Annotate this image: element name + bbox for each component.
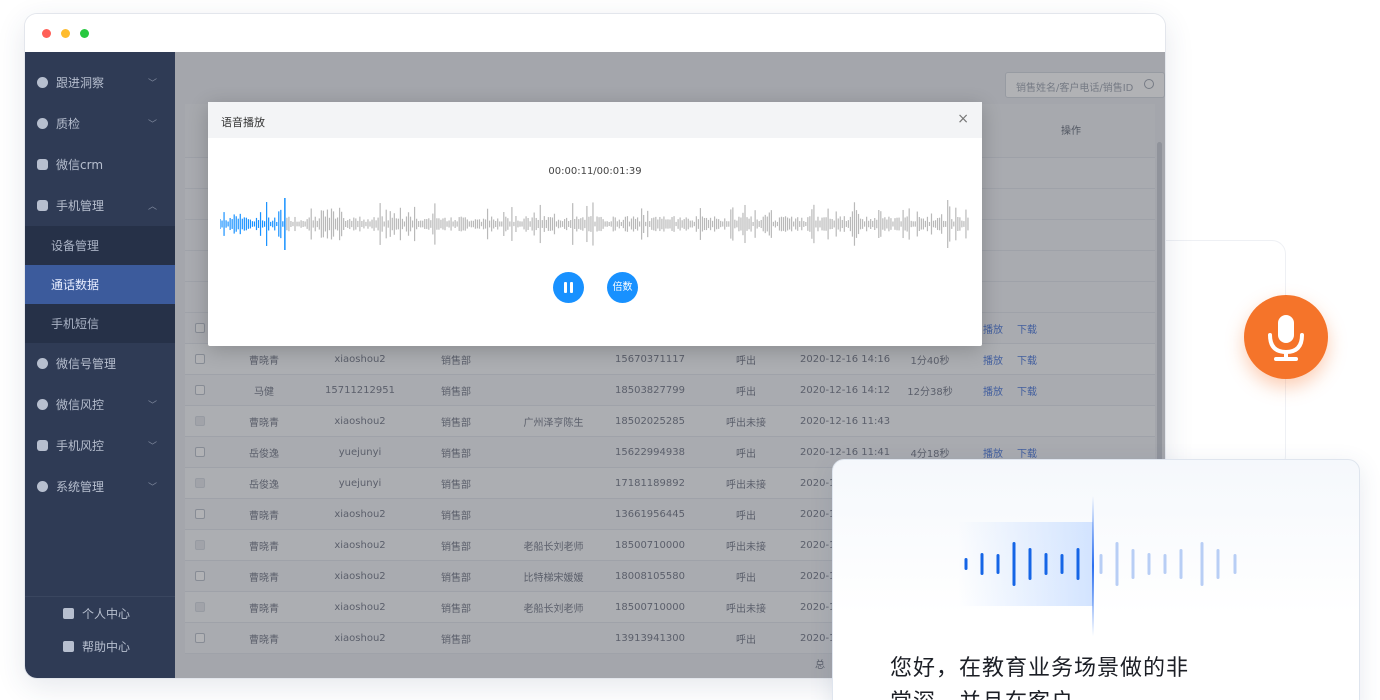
sidebar-subitem-device[interactable]: 设备管理	[25, 226, 175, 265]
sidebar-item-label: 微信crm	[56, 158, 104, 172]
close-icon[interactable]: ×	[957, 111, 969, 127]
sidebar-item-label: 质检	[56, 117, 81, 131]
voice-transcript-card: 您好，在教育业务场景做的非 常深，并且在客户	[832, 459, 1360, 700]
voice-cursor-line	[1092, 496, 1094, 636]
voice-bar	[1147, 553, 1151, 575]
voice-bar	[1200, 542, 1204, 586]
sidebar-item-label: 微信号管理	[56, 357, 117, 371]
voice-bar	[1012, 542, 1016, 586]
sidebar-subitem-call-data[interactable]: 通话数据	[25, 265, 175, 304]
sidebar-item-wechat-crm[interactable]: 微信crm	[25, 144, 175, 185]
personal-center-label: 个人中心	[82, 607, 131, 621]
chevron-down-icon: ﹀	[147, 483, 157, 493]
window-titlebar	[25, 14, 1165, 52]
voice-bar	[964, 558, 968, 570]
transcript-text: 您好，在教育业务场景做的非 常深，并且在客户	[890, 652, 1189, 700]
chevron-down-icon: ﹀	[147, 120, 157, 130]
pause-button[interactable]	[553, 272, 584, 303]
help-center-link[interactable]: 帮助中心	[25, 630, 175, 663]
sidebar-item-label: 手机管理	[56, 199, 105, 213]
chevron-up-icon: ︿	[147, 202, 157, 212]
chevron-down-icon: ﹀	[147, 442, 157, 452]
voice-bar	[1216, 549, 1220, 579]
sidebar-item-phone-risk[interactable]: 手机风控 ﹀	[25, 425, 175, 466]
voice-bar	[1060, 554, 1064, 574]
voice-bar	[1028, 548, 1032, 580]
risk-icon	[37, 399, 48, 410]
mic-badge	[1244, 295, 1328, 379]
sidebar-item-label: 手机风控	[56, 439, 105, 453]
sidebar-item-wechat-account[interactable]: 微信号管理	[25, 343, 175, 384]
phone-icon	[37, 200, 48, 211]
insight-icon	[37, 77, 48, 88]
chat-icon	[37, 358, 48, 369]
mic-icon	[1268, 315, 1304, 361]
audio-player-modal: 语音播放 × 00:00:11/00:01:39 倍数	[208, 102, 982, 346]
sidebar-bottom: 个人中心 帮助中心	[25, 596, 175, 678]
chevron-down-icon: ﹀	[147, 401, 157, 411]
sidebar: 跟进洞察 ﹀ 质检 ﹀ 微信crm 手机管理 ︿ 设备管理 通话数据 手机短信	[25, 52, 175, 678]
maximize-window-dot[interactable]	[80, 29, 89, 38]
playback-rate-button[interactable]: 倍数	[607, 272, 638, 303]
chart-icon	[37, 159, 48, 170]
help-center-label: 帮助中心	[82, 640, 131, 654]
sidebar-item-quality[interactable]: 质检 ﹀	[25, 103, 175, 144]
transcript-line-1: 您好，在教育业务场景做的非	[890, 656, 1190, 681]
pause-icon	[570, 282, 573, 293]
voice-bar	[1233, 554, 1237, 574]
voice-bar	[1076, 548, 1080, 580]
voice-bar	[1099, 554, 1103, 574]
voice-bar	[1131, 549, 1135, 579]
close-window-dot[interactable]	[42, 29, 51, 38]
minimize-window-dot[interactable]	[61, 29, 70, 38]
voice-wave-icon	[964, 542, 1237, 586]
sidebar-item-wechat-risk[interactable]: 微信风控 ﹀	[25, 384, 175, 425]
voice-bar	[996, 554, 1000, 574]
shield-icon	[37, 118, 48, 129]
personal-center-link[interactable]: 个人中心	[25, 597, 175, 630]
voice-bar	[1044, 553, 1048, 575]
chevron-down-icon: ﹀	[147, 79, 157, 89]
voice-bar	[1163, 554, 1167, 574]
sidebar-item-label: 微信风控	[56, 398, 105, 412]
modal-header: 语音播放 ×	[208, 102, 982, 138]
help-icon	[63, 641, 74, 652]
transcript-line-2: 常深，并且在客户	[890, 686, 1189, 700]
sidebar-item-label: 跟进洞察	[56, 76, 105, 90]
voice-bar	[980, 553, 984, 575]
audio-waveform[interactable]	[220, 198, 970, 250]
sidebar-item-follow-insight[interactable]: 跟进洞察 ﹀	[25, 62, 175, 103]
user-icon	[63, 608, 74, 619]
playback-time: 00:00:11/00:01:39	[548, 166, 642, 177]
modal-title: 语音播放	[221, 116, 265, 129]
sidebar-subitem-sms[interactable]: 手机短信	[25, 304, 175, 343]
voice-bar	[1115, 542, 1119, 586]
gear-icon	[37, 481, 48, 492]
sidebar-item-label: 系统管理	[56, 480, 105, 494]
sidebar-item-phone-manage[interactable]: 手机管理 ︿	[25, 185, 175, 226]
pause-icon	[564, 282, 567, 293]
sidebar-item-system[interactable]: 系统管理 ﹀	[25, 466, 175, 507]
voice-bar	[1179, 549, 1183, 579]
server-icon	[37, 440, 48, 451]
